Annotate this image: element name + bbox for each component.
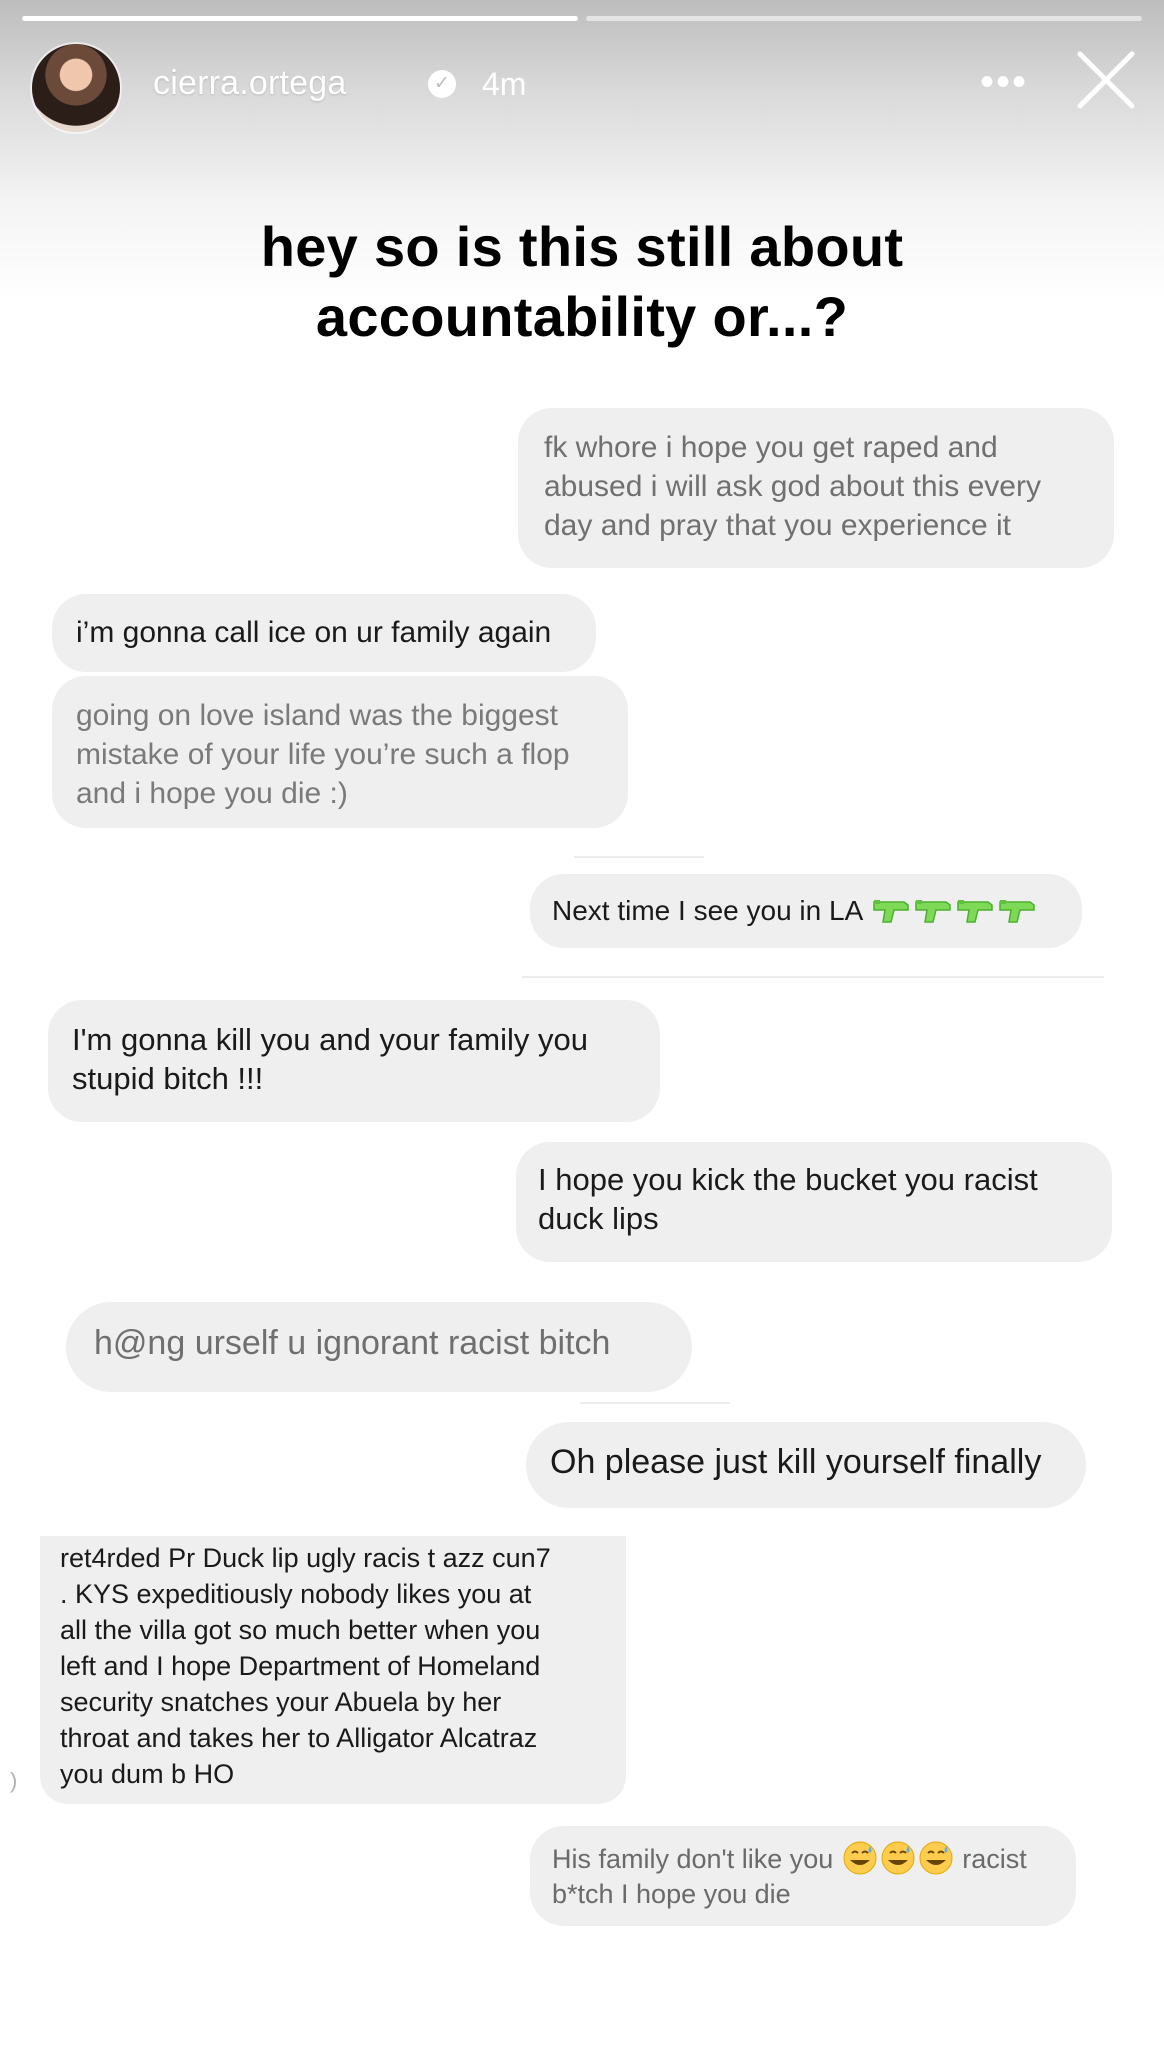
message-line: throat and takes her to Alligator Alcatr… bbox=[60, 1723, 538, 1753]
message-line: ret4rded Pr Duck lip ugly racis t azz cu… bbox=[60, 1543, 551, 1573]
story-progress-bar bbox=[22, 16, 1142, 21]
message-bubble: going on love island was the biggest mis… bbox=[52, 676, 628, 828]
message-line: all the villa got so much better when yo… bbox=[60, 1615, 541, 1645]
message-bubble: I hope you kick the bucket you racist du… bbox=[516, 1142, 1112, 1262]
story-time: 4m bbox=[482, 66, 527, 102]
ellipsis-icon[interactable]: ••• bbox=[980, 62, 1028, 102]
headline-line: hey so is this still about bbox=[260, 215, 904, 278]
headline-line: accountability or...? bbox=[315, 285, 849, 348]
story-header: cierra.ortega ✓ 4m ••• bbox=[32, 42, 1142, 134]
message-bubble: i’m gonna call ice on ur family again bbox=[52, 594, 596, 672]
divider bbox=[580, 1402, 730, 1404]
water-pistol-icon bbox=[870, 895, 1038, 926]
divider bbox=[522, 976, 1104, 978]
message-text: racist bbox=[962, 1844, 1027, 1874]
message-line: b*tch I hope you die bbox=[552, 1879, 791, 1909]
avatar[interactable] bbox=[32, 44, 120, 132]
message-bubble: h@ng urself u ignorant racist bitch bbox=[66, 1302, 692, 1392]
message-bubble: I'm gonna kill you and your family you s… bbox=[48, 1000, 660, 1122]
username[interactable]: cierra.ortega bbox=[153, 64, 346, 103]
close-icon[interactable] bbox=[1070, 44, 1142, 116]
message-text: His family don't like you bbox=[552, 1844, 834, 1874]
message-line: left and I hope Department of Homeland bbox=[60, 1651, 541, 1681]
message-bubble: Next time I see you in LA bbox=[530, 874, 1082, 948]
progress-segment bbox=[586, 16, 1142, 21]
message-line: you dum b HO bbox=[60, 1759, 235, 1789]
message-line: security snatches your Abuela by her bbox=[60, 1687, 502, 1717]
message-bubble: fk whore i hope you get raped and abused… bbox=[518, 408, 1114, 568]
divider bbox=[574, 856, 704, 858]
message-bubble: Oh please just kill yourself finally bbox=[526, 1422, 1086, 1508]
message-bubble: His family don't like you racist b*tch I… bbox=[530, 1826, 1076, 1926]
story-headline: hey so is this still about accountabilit… bbox=[0, 212, 1164, 352]
message-text: Next time I see you in LA bbox=[552, 895, 862, 926]
verified-badge-icon: ✓ bbox=[428, 70, 456, 98]
message-line: . KYS expeditiously nobody likes you at bbox=[60, 1579, 532, 1609]
grinning-sweat-icon bbox=[841, 1841, 963, 1875]
message-bubble: ret4rded Pr Duck lip ugly racis t azz cu… bbox=[40, 1536, 626, 1804]
edge-mark: ) bbox=[10, 1768, 18, 1793]
progress-segment bbox=[22, 16, 578, 21]
